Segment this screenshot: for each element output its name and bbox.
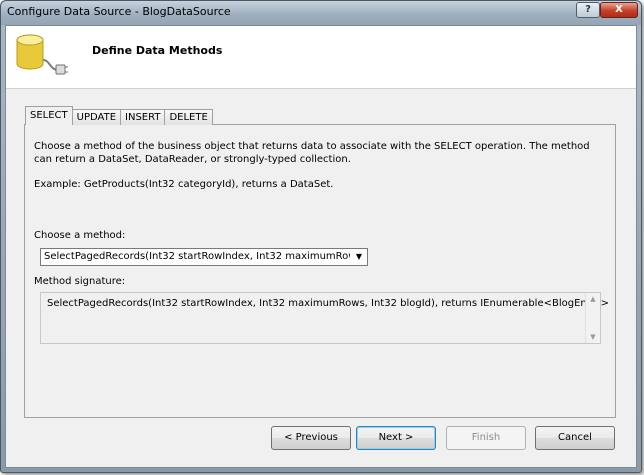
scroll-up-icon[interactable]: ▲ [586, 293, 600, 305]
next-button[interactable]: Next > [356, 426, 436, 450]
tab-delete[interactable]: DELETE [164, 109, 213, 125]
chevron-down-icon[interactable]: ▼ [351, 249, 367, 265]
signature-scrollbar[interactable]: ▲ ▼ [585, 293, 600, 343]
method-dropdown-value: SelectPagedRecords(Int32 startRowIndex, … [44, 251, 350, 262]
title-bar[interactable]: Configure Data Source - BlogDataSource ?… [1, 1, 641, 25]
close-button[interactable]: X [600, 2, 638, 18]
window-title: Configure Data Source - BlogDataSource [7, 5, 231, 18]
dialog-body: Define Data Methods SELECT UPDATE INSERT… [5, 25, 637, 468]
previous-button[interactable]: < Previous [271, 426, 351, 450]
method-dropdown[interactable]: SelectPagedRecords(Int32 startRowIndex, … [40, 248, 368, 266]
example-text: Example: GetProducts(Int32 categoryId), … [34, 179, 334, 190]
tab-panel [24, 124, 616, 418]
wizard-header: Define Data Methods [6, 26, 636, 89]
method-signature-label: Method signature: [34, 276, 126, 287]
tab-update[interactable]: UPDATE [71, 109, 122, 125]
page-title: Define Data Methods [92, 44, 223, 57]
configure-data-source-window: Configure Data Source - BlogDataSource ?… [0, 0, 642, 473]
select-description: Choose a method of the business object t… [34, 141, 590, 165]
cancel-button[interactable]: Cancel [535, 426, 615, 450]
scroll-down-icon[interactable]: ▼ [586, 331, 600, 343]
help-button[interactable]: ? [576, 2, 600, 18]
tab-insert[interactable]: INSERT [120, 109, 166, 125]
finish-button: Finish [446, 426, 526, 450]
method-signature-text: SelectPagedRecords(Int32 startRowIndex, … [47, 298, 610, 309]
operation-tabs: SELECT UPDATE INSERT DELETE [25, 106, 213, 125]
method-signature-box: SelectPagedRecords(Int32 startRowIndex, … [40, 292, 609, 344]
choose-method-label: Choose a method: [34, 230, 126, 241]
database-plug-icon [16, 34, 68, 75]
tab-select[interactable]: SELECT [25, 106, 73, 125]
